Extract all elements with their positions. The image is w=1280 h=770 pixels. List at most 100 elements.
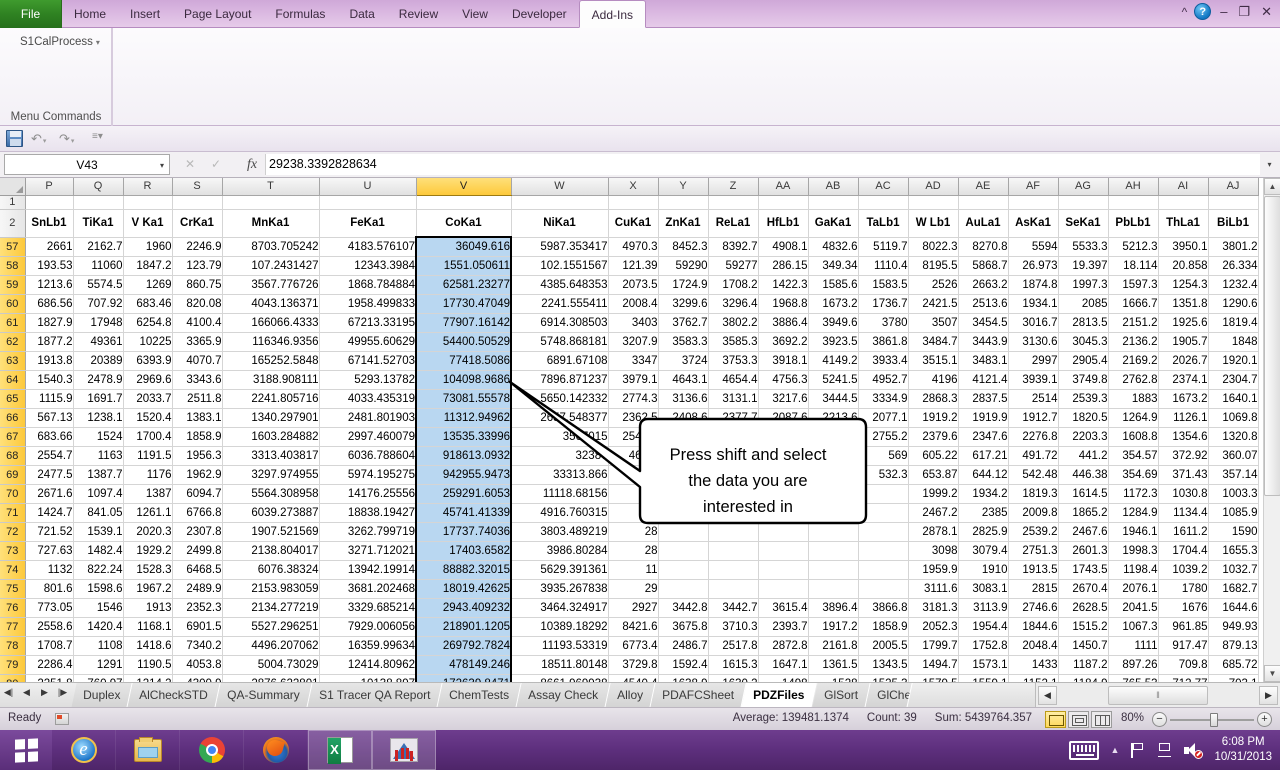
- data-cell[interactable]: 1418.6: [123, 636, 172, 655]
- data-cell[interactable]: 2663.2: [958, 275, 1008, 294]
- data-cell[interactable]: 2813.5: [1058, 313, 1108, 332]
- data-cell[interactable]: 3710.3: [708, 617, 758, 636]
- column-header-U[interactable]: U: [319, 178, 416, 195]
- data-cell[interactable]: 5004.73029: [222, 655, 319, 674]
- data-cell[interactable]: 3188.908111: [222, 370, 319, 389]
- row-header-72[interactable]: 72: [0, 522, 25, 541]
- data-cell[interactable]: 1905.7: [1158, 332, 1208, 351]
- data-cell[interactable]: 1673.2: [808, 294, 858, 313]
- column-header-AC[interactable]: AC: [858, 178, 908, 195]
- column-title-cell[interactable]: NiKa1: [511, 209, 608, 237]
- data-cell[interactable]: 3803.489219: [511, 522, 608, 541]
- data-cell[interactable]: 2762.8: [1108, 370, 1158, 389]
- column-header-S[interactable]: S: [172, 178, 222, 195]
- data-cell[interactable]: 2478.9: [73, 370, 123, 389]
- show-hidden-icons-icon[interactable]: ▲: [1111, 745, 1120, 755]
- column-header-AH[interactable]: AH: [1108, 178, 1158, 195]
- data-cell[interactable]: 3484.7: [908, 332, 958, 351]
- data-cell[interactable]: 3483.1: [958, 351, 1008, 370]
- column-title-cell[interactable]: AuLa1: [958, 209, 1008, 237]
- data-cell[interactable]: 1858.9: [172, 427, 222, 446]
- data-cell[interactable]: 4121.4: [958, 370, 1008, 389]
- data-cell[interactable]: 822.24: [73, 560, 123, 579]
- data-cell[interactable]: 703.1: [1208, 674, 1258, 682]
- sheet-tab-assay-check[interactable]: Assay Check: [516, 683, 610, 708]
- data-cell[interactable]: 3896.4: [808, 598, 858, 617]
- row-header-65[interactable]: 65: [0, 389, 25, 408]
- data-cell[interactable]: 2085: [1058, 294, 1108, 313]
- data-cell[interactable]: [808, 522, 858, 541]
- data-cell[interactable]: 3753.3: [708, 351, 758, 370]
- data-cell[interactable]: 2486.7: [658, 636, 708, 655]
- column-title-cell[interactable]: SeKa1: [1058, 209, 1108, 237]
- data-cell[interactable]: 3083.1: [958, 579, 1008, 598]
- data-cell[interactable]: 3507: [908, 313, 958, 332]
- data-cell[interactable]: 349.34: [808, 256, 858, 275]
- data-cell[interactable]: 1724.9: [658, 275, 708, 294]
- data-cell[interactable]: 1187.2: [1058, 655, 1108, 674]
- data-cell[interactable]: 4756.3: [758, 370, 808, 389]
- data-cell[interactable]: 1494.7: [908, 655, 958, 674]
- data-cell[interactable]: 2670.4: [1058, 579, 1108, 598]
- data-cell[interactable]: 2352.3: [172, 598, 222, 617]
- data-cell[interactable]: 1708.7: [25, 636, 73, 655]
- data-cell[interactable]: 6901.5: [172, 617, 222, 636]
- data-cell[interactable]: 3329.685214: [319, 598, 416, 617]
- scroll-down-button[interactable]: ▼: [1264, 665, 1280, 682]
- data-cell[interactable]: [708, 579, 758, 598]
- data-cell[interactable]: 441.2: [1058, 446, 1108, 465]
- data-cell[interactable]: 4196: [908, 370, 958, 389]
- last-sheet-icon[interactable]: |▶: [57, 687, 68, 698]
- data-cell[interactable]: 354.57: [1108, 446, 1158, 465]
- data-cell[interactable]: 1934.1: [1008, 294, 1058, 313]
- data-cell[interactable]: 5974.195275: [319, 465, 416, 484]
- data-cell[interactable]: 1934.2: [958, 484, 1008, 503]
- help-icon[interactable]: ?: [1194, 3, 1211, 20]
- data-cell[interactable]: 3986.80284: [511, 541, 608, 560]
- data-cell[interactable]: 1039.2: [1158, 560, 1208, 579]
- data-cell[interactable]: 121.39: [608, 256, 658, 275]
- data-cell[interactable]: 2026.7: [1158, 351, 1208, 370]
- column-header-Q[interactable]: Q: [73, 178, 123, 195]
- sheet-tab-glsort[interactable]: GlSort: [812, 683, 870, 708]
- data-cell[interactable]: 1959.9: [908, 560, 958, 579]
- column-header-AE[interactable]: AE: [958, 178, 1008, 195]
- column-title-cell[interactable]: AsKa1: [1008, 209, 1058, 237]
- data-cell[interactable]: 1827.9: [25, 313, 73, 332]
- data-cell[interactable]: 2151.2: [1108, 313, 1158, 332]
- data-cell[interactable]: 3762.7: [658, 313, 708, 332]
- data-cell[interactable]: 8270.8: [958, 237, 1008, 256]
- data-cell[interactable]: 7340.2: [172, 636, 222, 655]
- data-cell[interactable]: 11118.68156: [511, 484, 608, 503]
- data-cell[interactable]: 3217.6: [758, 389, 808, 408]
- data-cell[interactable]: 2307.8: [172, 522, 222, 541]
- data-cell[interactable]: 3681.202468: [319, 579, 416, 598]
- data-cell[interactable]: 28: [608, 541, 658, 560]
- scroll-up-button[interactable]: ▲: [1264, 178, 1280, 195]
- data-cell[interactable]: 1583.5: [858, 275, 908, 294]
- data-cell[interactable]: 3949.6: [808, 313, 858, 332]
- data-cell[interactable]: 2362.5: [608, 408, 658, 427]
- formula-input[interactable]: 29238.3392828634: [266, 154, 1260, 175]
- data-cell[interactable]: 3442.7: [708, 598, 758, 617]
- data-cell[interactable]: [25, 195, 73, 209]
- ribbon-tab-page-layout[interactable]: Page Layout: [172, 0, 263, 28]
- data-cell[interactable]: 1422.3: [758, 275, 808, 294]
- data-cell[interactable]: 1736.7: [858, 294, 908, 313]
- data-cell[interactable]: [658, 522, 708, 541]
- data-cell[interactable]: 2033.7: [123, 389, 172, 408]
- data-cell[interactable]: 1111: [1108, 636, 1158, 655]
- data-cell[interactable]: 1865.2: [1058, 503, 1108, 522]
- data-cell[interactable]: 2601.3: [1058, 541, 1108, 560]
- data-cell[interactable]: [758, 560, 808, 579]
- data-cell[interactable]: 5527.296251: [222, 617, 319, 636]
- taskbar-item-file-explorer[interactable]: [116, 730, 180, 770]
- data-cell[interactable]: 1343.5: [858, 655, 908, 674]
- data-cell[interactable]: [758, 541, 808, 560]
- data-cell[interactable]: 2671.6: [25, 484, 73, 503]
- data-cell[interactable]: 1920.1: [1208, 351, 1258, 370]
- data-cell[interactable]: 3079.4: [958, 541, 1008, 560]
- data-cell[interactable]: 1848: [1208, 332, 1258, 351]
- column-title-cell[interactable]: CrKa1: [172, 209, 222, 237]
- data-cell[interactable]: 2511.8: [172, 389, 222, 408]
